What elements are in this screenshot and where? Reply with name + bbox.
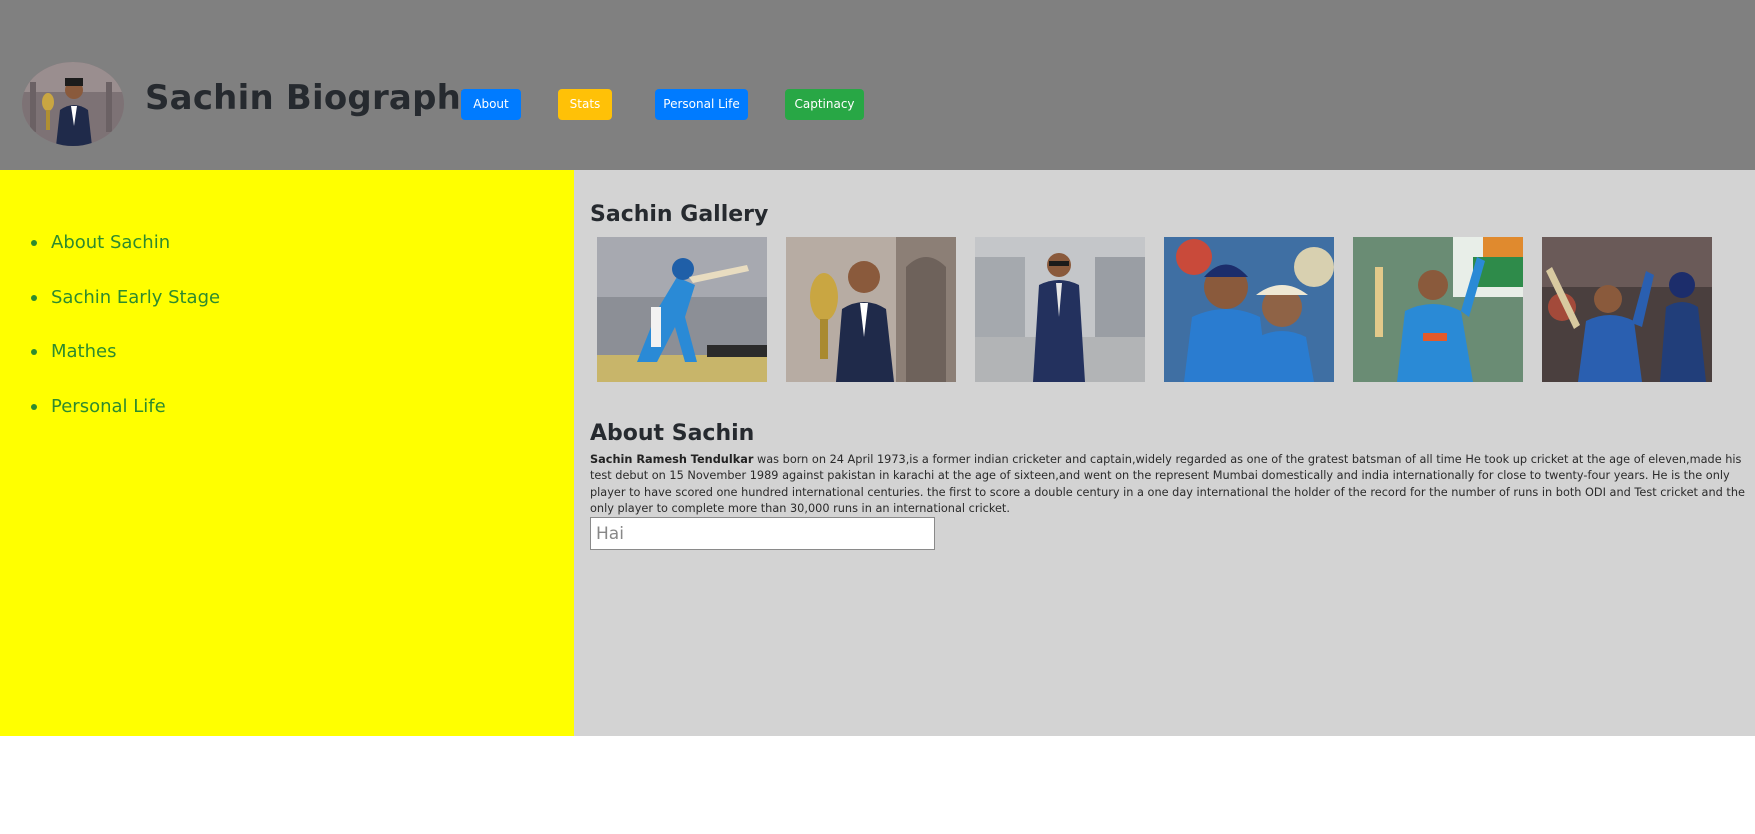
about-body: was born on 24 April 1973,is a former in…: [590, 453, 1745, 515]
sachin-raising-bat-photo: [1542, 237, 1712, 382]
sidebar-item-matches[interactable]: Mathes: [31, 342, 220, 397]
bullet-icon: [31, 294, 37, 301]
page-title: Sachin Biography: [145, 78, 484, 118]
bullet-icon: [31, 403, 37, 410]
sidebar-item-personal-life[interactable]: Personal Life: [31, 395, 220, 452]
about-paragraph: Sachin Ramesh Tendulkar was born on 24 A…: [590, 452, 1750, 517]
page-header: Sachin Biography About Stats Personal Li…: [0, 0, 1755, 170]
photo-gallery: [597, 237, 1717, 382]
sidebar-item-about-sachin[interactable]: About Sachin: [31, 233, 220, 288]
personal-life-button[interactable]: Personal Life: [655, 89, 748, 120]
sidebar-item-label: Sachin Early Stage: [51, 286, 221, 308]
sachin-with-teammate-photo: [1164, 237, 1334, 382]
sachin-suit-photo: [975, 237, 1145, 382]
sachin-batting-photo: [597, 237, 767, 382]
sidebar-item-early-stage[interactable]: Sachin Early Stage: [31, 286, 221, 343]
sachin-celebrating-photo: [1353, 237, 1523, 382]
sidebar: About Sachin Sachin Early Stage Mathes P…: [0, 170, 574, 736]
text-input[interactable]: [590, 517, 935, 550]
main-content: Sachin Gallery About Sachin Sachin Rames…: [574, 170, 1755, 736]
sidebar-list: About Sachin Sachin Early Stage Mathes P…: [31, 233, 220, 451]
captaincy-button[interactable]: Captinacy: [785, 89, 864, 120]
avatar: [22, 62, 124, 146]
sidebar-item-label: Mathes: [51, 341, 117, 362]
sidebar-item-label: About Sachin: [51, 232, 171, 253]
sachin-trophy-photo: [786, 237, 956, 382]
about-title: About Sachin: [590, 421, 755, 446]
sidebar-item-label: Personal Life: [51, 395, 166, 417]
about-name: Sachin Ramesh Tendulkar: [590, 453, 754, 466]
gallery-title: Sachin Gallery: [590, 202, 769, 227]
sachin-avatar-photo: [22, 62, 124, 146]
about-button[interactable]: About: [461, 89, 521, 120]
stats-button[interactable]: Stats: [558, 89, 612, 120]
bullet-icon: [31, 240, 37, 246]
bullet-icon: [31, 349, 37, 355]
